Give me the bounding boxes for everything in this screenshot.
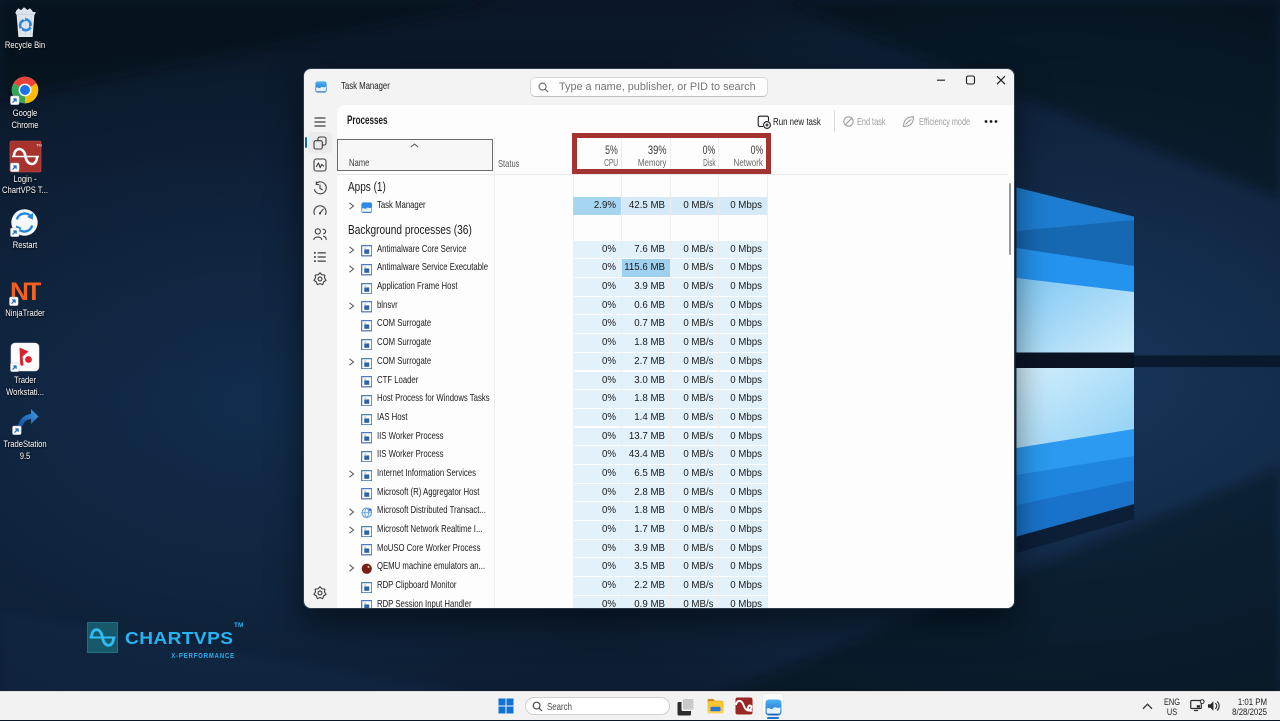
svg-text:TM: TM [36,143,42,148]
